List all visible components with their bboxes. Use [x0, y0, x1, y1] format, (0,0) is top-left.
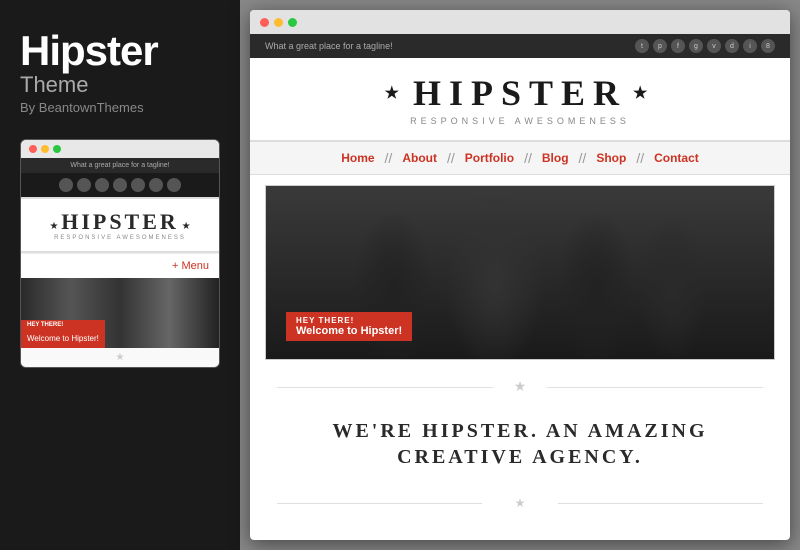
- hero-badge-bottom: Welcome to Hipster!: [296, 325, 402, 337]
- mobile-social-5: [131, 178, 145, 192]
- nav-portfolio[interactable]: Portfolio: [455, 151, 524, 165]
- star-divider-top: ★: [250, 370, 790, 403]
- site-logo: ★ HIPSTER ★: [270, 72, 770, 114]
- social-icon-twitter[interactable]: t: [635, 39, 649, 53]
- agency-heading-line2: CREATIVE AGENCY.: [270, 444, 770, 470]
- nav-sep-2: //: [447, 150, 455, 166]
- nav-sep-1: //: [385, 150, 393, 166]
- social-icon-500px[interactable]: 8: [761, 39, 775, 53]
- mobile-dot-red: [29, 145, 37, 153]
- mobile-social-3: [95, 178, 109, 192]
- desktop-dot-green: [288, 18, 297, 27]
- right-panel: What a great place for a tagline! t p f …: [240, 0, 800, 550]
- desktop-dot-red: [260, 18, 269, 27]
- social-icon-instagram[interactable]: i: [743, 39, 757, 53]
- mobile-hero: HEY THERE! Welcome to Hipster!: [21, 278, 219, 348]
- social-icon-dribbble[interactable]: d: [725, 39, 739, 53]
- desktop-dot-yellow: [274, 18, 283, 27]
- social-icon-facebook[interactable]: f: [671, 39, 685, 53]
- mobile-hero-badge-top: HEY THERE!: [27, 322, 99, 328]
- site-top-bar: What a great place for a tagline! t p f …: [250, 34, 790, 58]
- mobile-social-7: [167, 178, 181, 192]
- mobile-social-1: [59, 178, 73, 192]
- logo-text: HIPSTER: [413, 72, 627, 114]
- mobile-dot-yellow: [41, 145, 49, 153]
- nav-home[interactable]: Home: [331, 151, 384, 165]
- nav-sep-3: //: [524, 150, 532, 166]
- mobile-social-bar: [21, 173, 219, 197]
- mobile-logo-tagline: RESPONSIVE AWESOMENESS: [31, 235, 209, 241]
- mobile-star-left: ★: [49, 221, 61, 232]
- nav-contact[interactable]: Contact: [644, 151, 709, 165]
- mobile-logo-area: ★ HIPSTER ★ RESPONSIVE AWESOMENESS: [21, 197, 219, 253]
- agency-text: WE'RE HIPSTER. AN AMAZING CREATIVE AGENC…: [250, 403, 790, 490]
- mobile-hero-overlay: HEY THERE! Welcome to Hipster!: [21, 320, 105, 348]
- desktop-content: What a great place for a tagline! t p f …: [250, 34, 790, 540]
- logo-star-right: ★: [633, 83, 655, 103]
- mobile-hero-badge-bottom: Welcome to Hipster!: [27, 334, 99, 343]
- social-icon-google[interactable]: g: [689, 39, 703, 53]
- nav-sep-5: //: [636, 150, 644, 166]
- nav-blog[interactable]: Blog: [532, 151, 579, 165]
- theme-author: By BeantownThemes: [20, 100, 220, 115]
- mobile-social-2: [77, 178, 91, 192]
- mobile-social-4: [113, 178, 127, 192]
- social-icon-pinterest[interactable]: p: [653, 39, 667, 53]
- nav-shop[interactable]: Shop: [586, 151, 636, 165]
- theme-title-line2: Theme: [20, 74, 220, 96]
- mobile-dot-green: [53, 145, 61, 153]
- nav-about[interactable]: About: [392, 151, 447, 165]
- star-icon-top: ★: [514, 378, 527, 394]
- mobile-menu-button[interactable]: + Menu: [21, 253, 219, 278]
- desktop-browser: What a great place for a tagline! t p f …: [250, 10, 790, 540]
- mobile-tagline: What a great place for a tagline!: [21, 158, 219, 173]
- site-tagline: What a great place for a tagline!: [265, 41, 393, 51]
- theme-title-line1: Hipster: [20, 30, 220, 72]
- star-divider-bottom: ★: [250, 490, 790, 516]
- nav-sep-4: //: [579, 150, 587, 166]
- mobile-logo-text: HIPSTER: [61, 209, 179, 234]
- site-header: ★ HIPSTER ★ RESPONSIVE AWESOMENESS: [250, 58, 790, 141]
- social-icon-vimeo[interactable]: v: [707, 39, 721, 53]
- site-social-icons: t p f g v d i 8: [635, 39, 775, 53]
- left-panel: Hipster Theme By BeantownThemes What a g…: [0, 0, 240, 550]
- mobile-browser-bar: [21, 140, 219, 158]
- agency-heading-line1: WE'RE HIPSTER. AN AMAZING: [270, 418, 770, 444]
- site-nav: Home // About // Portfolio // Blog // Sh…: [250, 141, 790, 175]
- hero-badge-top: HEY THERE!: [296, 316, 402, 325]
- logo-tagline: RESPONSIVE AWESOMENESS: [270, 116, 770, 126]
- desktop-browser-bar: [250, 10, 790, 34]
- star-icon-bottom: ★: [515, 496, 526, 510]
- hero-badge: HEY THERE! Welcome to Hipster!: [286, 312, 412, 341]
- mobile-star-right: ★: [182, 221, 191, 232]
- mobile-social-6: [149, 178, 163, 192]
- mobile-preview: What a great place for a tagline! ★ HIPS…: [20, 139, 220, 368]
- theme-title-block: Hipster Theme By BeantownThemes: [20, 30, 220, 115]
- site-hero: HEY THERE! Welcome to Hipster!: [265, 185, 775, 360]
- mobile-star-divider: ★: [21, 348, 219, 367]
- mobile-logo-stars-left: ★ HIPSTER ★: [31, 209, 209, 235]
- logo-star-left: ★: [385, 83, 407, 103]
